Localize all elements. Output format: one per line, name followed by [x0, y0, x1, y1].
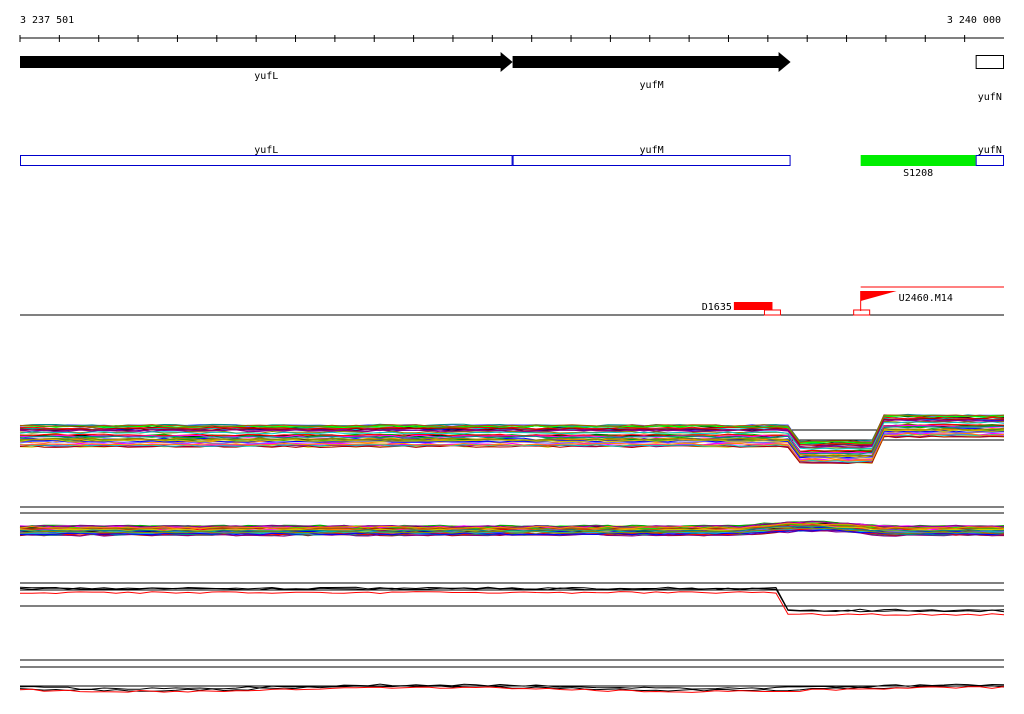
transcript-label: yufL — [254, 145, 278, 156]
genome-browser-view: 3 237 501 3 240 000 yufL yufM yufN S1208 yu… — [19, 15, 1005, 693]
expression-trace — [19, 586, 1005, 612]
segment-label: S1208 — [903, 168, 933, 179]
transcript-box — [512, 155, 791, 166]
gene-track: yufL yufM yufN — [20, 52, 1005, 103]
upshift-flag — [860, 291, 897, 301]
shift-bracket — [853, 309, 871, 316]
downshift-label: D1635 — [702, 302, 732, 313]
ruler-start-label: 3 237 501 — [20, 15, 74, 26]
upshift-label: U2460.M14 — [899, 293, 953, 304]
gene-label: yufN — [978, 92, 1002, 103]
expression-profile-panel — [19, 413, 1005, 465]
transcript-track: S1208 yufL yufM yufN — [20, 145, 1005, 179]
ruler-end-label: 3 240 000 — [947, 15, 1001, 26]
expression-profile-panel — [19, 582, 1005, 616]
expression-trace — [19, 587, 1005, 613]
gene-arrow — [512, 52, 791, 72]
expression-trace — [19, 591, 1005, 616]
gene-box — [975, 55, 1005, 69]
transcript-label: yufM — [640, 145, 664, 156]
gene-label: yufL — [254, 71, 278, 82]
transcript-segment — [860, 155, 976, 166]
gene-label: yufM — [640, 80, 664, 91]
gene-arrow — [20, 52, 513, 72]
downshift-marker — [733, 302, 773, 310]
shift-track: D1635 U2460.M14 — [20, 286, 1004, 316]
transcript-box — [20, 155, 513, 166]
expression-profile-panel — [19, 506, 1005, 537]
transcript-label: yufN — [978, 145, 1002, 156]
expression-profile-panel — [19, 659, 1005, 693]
shift-bracket — [763, 309, 781, 316]
transcript-box — [975, 155, 1005, 166]
coordinate-ruler: 3 237 501 3 240 000 — [19, 15, 1004, 42]
